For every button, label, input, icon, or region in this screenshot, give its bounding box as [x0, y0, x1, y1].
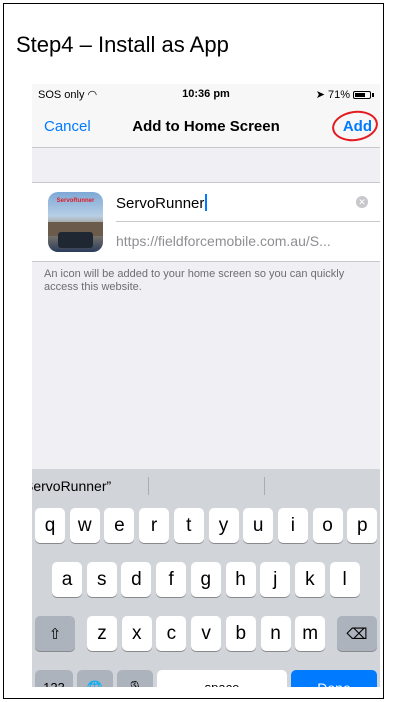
mic-key-icon[interactable]: 🎙 — [117, 670, 153, 687]
app-icon-label: ServoRunner — [56, 198, 95, 204]
battery-icon — [353, 90, 371, 99]
delete-key-icon[interactable]: ⌫ — [337, 616, 377, 651]
key-e[interactable]: e — [104, 508, 135, 543]
key-q[interactable]: q — [35, 508, 65, 543]
key-a[interactable]: a — [52, 562, 82, 597]
step-title: Step4 – Install as App — [16, 32, 229, 57]
app-name-input[interactable]: ServoRunner — [116, 194, 208, 212]
key-s[interactable]: s — [86, 562, 117, 597]
status-bar: SOS only ◠ 10:36 pm ➤ 71% — [32, 84, 380, 104]
key-b[interactable]: b — [225, 616, 256, 651]
key-p[interactable]: p — [347, 508, 378, 543]
keyboard: ServoRunner” qwertyuiop asdfghjkl ⇧ z x c v b… — [32, 469, 380, 687]
text-cursor — [205, 194, 208, 211]
key-x[interactable]: x — [121, 616, 152, 651]
key-z[interactable]: z — [87, 616, 117, 651]
done-key[interactable]: Done — [291, 670, 377, 687]
key-y[interactable]: y — [208, 508, 239, 543]
battery-cap — [372, 92, 374, 97]
globe-key-icon[interactable]: 🌐 — [77, 670, 113, 687]
key-d[interactable]: d — [121, 562, 152, 597]
battery-fill — [355, 92, 365, 97]
hint-text: An icon will be added to your home scree… — [44, 268, 345, 293]
app-icon: ServoRunner — [48, 192, 103, 252]
app-name-value: ServoRunner — [116, 195, 205, 212]
key-j[interactable]: j — [260, 562, 291, 597]
add-form: ServoRunner ServoRunner ✕ https://fieldf… — [32, 182, 380, 262]
key-k[interactable]: k — [294, 562, 325, 597]
key-u[interactable]: u — [243, 508, 274, 543]
app-name-field[interactable]: ServoRunner ✕ — [116, 183, 380, 222]
key-f[interactable]: f — [156, 562, 187, 597]
phone-screenshot: SOS only ◠ 10:36 pm ➤ 71% Cancel Add to … — [32, 84, 380, 687]
key-o[interactable]: o — [312, 508, 343, 543]
suggestion-divider — [148, 477, 149, 495]
numbers-key[interactable]: 123 — [35, 670, 73, 687]
app-icon-vehicle — [58, 232, 93, 248]
key-c[interactable]: c — [156, 616, 187, 651]
key-g[interactable]: g — [190, 562, 221, 597]
key-r[interactable]: r — [139, 508, 170, 543]
key-t[interactable]: t — [173, 508, 204, 543]
suggestion-bar: ServoRunner” — [32, 469, 380, 502]
shift-key-icon[interactable]: ⇧ — [35, 616, 75, 651]
key-l[interactable]: l — [329, 562, 360, 597]
suggestion-divider — [264, 477, 265, 495]
suggestion-item[interactable]: ServoRunner” — [32, 478, 111, 494]
url-label: https://fieldforcemobile.com.au/S... — [116, 233, 331, 249]
location-icon: ➤ — [315, 89, 325, 101]
key-h[interactable]: h — [225, 562, 256, 597]
key-w[interactable]: w — [69, 508, 100, 543]
battery-percent: 71% — [327, 88, 350, 101]
annotation-circle — [330, 107, 380, 145]
status-right: ➤ 71% — [316, 88, 374, 101]
nav-title: Add to Home Screen — [132, 118, 280, 135]
space-key[interactable]: space — [157, 670, 287, 687]
clear-icon[interactable]: ✕ — [356, 196, 368, 208]
key-n[interactable]: n — [260, 616, 291, 651]
key-m[interactable]: m — [295, 616, 326, 651]
nav-bar: Cancel Add to Home Screen Add — [32, 104, 380, 148]
key-v[interactable]: v — [191, 616, 222, 651]
key-i[interactable]: i — [277, 508, 308, 543]
slide-frame: Step4 – Install as App SOS only ◠ 10:36 … — [3, 3, 384, 699]
